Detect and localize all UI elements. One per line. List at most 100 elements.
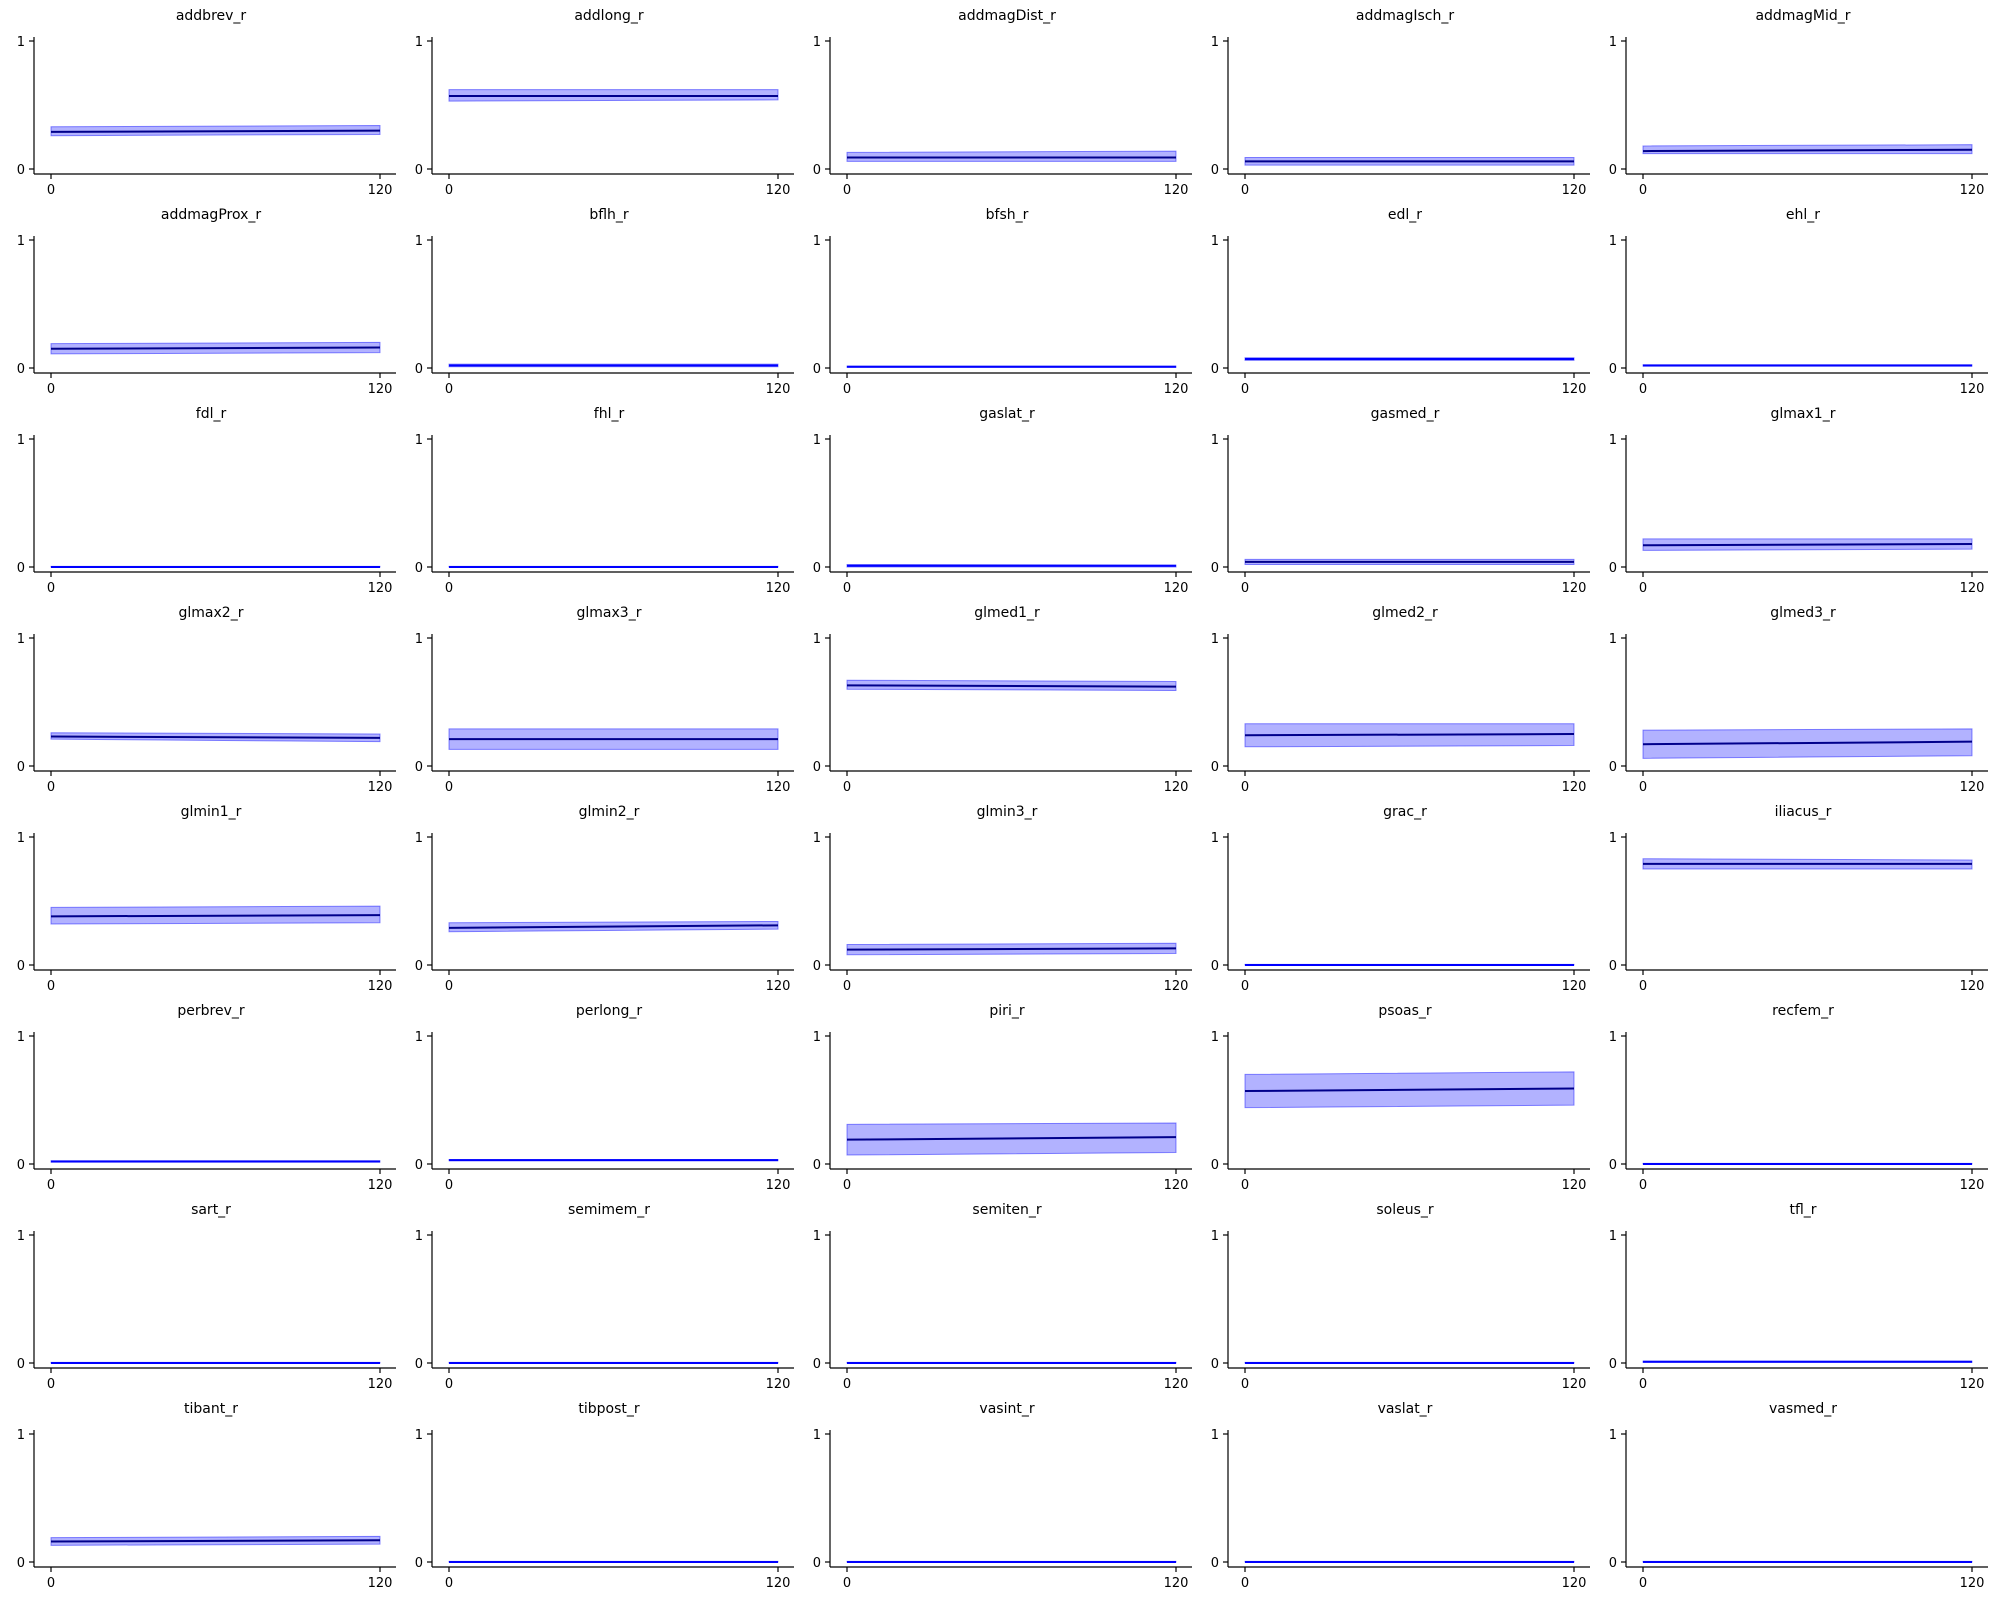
- panel-title: gasmed_r: [1371, 406, 1440, 422]
- x-tick-label: 120: [1164, 1377, 1189, 1392]
- x-tick-label: 0: [843, 1178, 851, 1193]
- panel-title: semimem_r: [568, 1202, 650, 1218]
- y-tick-label: 0: [1609, 1357, 1617, 1372]
- y-tick-label: 1: [813, 1229, 821, 1244]
- x-tick-label: 0: [843, 382, 851, 397]
- panel-piri_r: piri_r 0 1 0 120: [813, 1003, 1192, 1193]
- y-tick-label: 0: [813, 1158, 821, 1173]
- x-tick-label: 120: [1164, 1178, 1189, 1193]
- y-tick-label: 1: [17, 1030, 25, 1045]
- y-tick-label: 0: [415, 163, 423, 178]
- x-tick-label: 120: [766, 183, 791, 198]
- y-tick-label: 1: [1609, 35, 1617, 50]
- mean-line: [50, 914, 381, 918]
- x-tick-label: 120: [1562, 382, 1587, 397]
- y-tick-label: 1: [813, 831, 821, 846]
- x-tick-label: 0: [1241, 1377, 1249, 1392]
- y-tick-label: 0: [813, 362, 821, 377]
- y-tick-label: 1: [17, 1229, 25, 1244]
- panel-title: glmax3_r: [577, 605, 642, 621]
- panel-glmed2_r: glmed2_r 0 1 0 120: [1211, 605, 1590, 795]
- panel-semimem_r: semimem_r 0 1 0 120: [415, 1202, 794, 1392]
- panel-semiten_r: semiten_r 0 1 0 120: [813, 1202, 1192, 1392]
- x-tick-label: 0: [47, 979, 55, 994]
- panel-addmagIsch_r: addmagIsch_r 0 1 0 120: [1211, 8, 1590, 198]
- x-tick-label: 0: [445, 581, 453, 596]
- y-tick-label: 0: [17, 1357, 25, 1372]
- panel-title: soleus_r: [1376, 1202, 1434, 1218]
- panel-edl_r: edl_r 0 1 0 120: [1211, 207, 1590, 397]
- x-tick-label: 120: [368, 1178, 393, 1193]
- panel-tibant_r: tibant_r 0 1 0 120: [17, 1401, 396, 1591]
- panel-title: tibant_r: [184, 1401, 238, 1417]
- y-tick-label: 0: [813, 1357, 821, 1372]
- y-tick-label: 0: [1609, 959, 1617, 974]
- y-tick-label: 0: [1211, 760, 1219, 775]
- panel-title: edl_r: [1388, 207, 1422, 223]
- x-tick-label: 120: [368, 581, 393, 596]
- y-tick-label: 0: [1211, 959, 1219, 974]
- panel-glmin1_r: glmin1_r 0 1 0 120: [17, 804, 396, 994]
- panel-glmed3_r: glmed3_r 0 1 0 120: [1609, 605, 1988, 795]
- y-tick-label: 1: [17, 632, 25, 647]
- x-tick-label: 120: [1562, 1576, 1587, 1591]
- x-tick-label: 0: [445, 1576, 453, 1591]
- y-tick-label: 0: [415, 1158, 423, 1173]
- x-tick-label: 0: [843, 979, 851, 994]
- y-tick-label: 0: [415, 760, 423, 775]
- y-tick-label: 1: [415, 1229, 423, 1244]
- y-tick-label: 0: [813, 561, 821, 576]
- y-tick-label: 1: [813, 35, 821, 50]
- x-tick-label: 120: [766, 1377, 791, 1392]
- y-tick-label: 0: [813, 760, 821, 775]
- x-tick-label: 0: [1639, 581, 1647, 596]
- y-tick-label: 1: [415, 1030, 423, 1045]
- y-tick-label: 1: [17, 831, 25, 846]
- y-tick-label: 0: [17, 1556, 25, 1571]
- panel-title: tibpost_r: [578, 1401, 640, 1417]
- y-tick-label: 1: [415, 632, 423, 647]
- panel-title: semiten_r: [972, 1202, 1041, 1218]
- panel-title: addbrev_r: [176, 8, 247, 24]
- x-tick-label: 0: [445, 183, 453, 198]
- panel-gasmed_r: gasmed_r 0 1 0 120: [1211, 406, 1590, 596]
- y-tick-label: 1: [1609, 1030, 1617, 1045]
- y-tick-label: 1: [1609, 433, 1617, 448]
- panel-tfl_r: tfl_r 0 1 0 120: [1609, 1202, 1988, 1392]
- panel-title: recfem_r: [1772, 1003, 1834, 1019]
- panel-title: addmagProx_r: [161, 207, 262, 223]
- panel-glmax2_r: glmax2_r 0 1 0 120: [17, 605, 396, 795]
- y-tick-label: 1: [17, 433, 25, 448]
- panel-title: perbrev_r: [177, 1003, 244, 1019]
- y-tick-label: 0: [1211, 163, 1219, 178]
- panel-bfsh_r: bfsh_r 0 1 0 120: [813, 207, 1192, 397]
- x-tick-label: 120: [368, 780, 393, 795]
- x-tick-label: 120: [1164, 382, 1189, 397]
- panel-glmax1_r: glmax1_r 0 1 0 120: [1609, 406, 1988, 596]
- panel-addmagMid_r: addmagMid_r 0 1 0 120: [1609, 8, 1988, 198]
- x-tick-label: 0: [1241, 183, 1249, 198]
- x-tick-label: 120: [766, 979, 791, 994]
- panel-title: glmin1_r: [181, 804, 242, 820]
- y-tick-label: 0: [1609, 760, 1617, 775]
- x-tick-label: 0: [1241, 382, 1249, 397]
- x-tick-label: 0: [1639, 780, 1647, 795]
- y-tick-label: 1: [1211, 1229, 1219, 1244]
- x-tick-label: 120: [1562, 183, 1587, 198]
- x-tick-label: 120: [368, 382, 393, 397]
- x-tick-label: 0: [843, 1576, 851, 1591]
- y-tick-label: 1: [415, 433, 423, 448]
- x-tick-label: 120: [368, 1377, 393, 1392]
- y-tick-label: 1: [813, 234, 821, 249]
- y-tick-label: 0: [1609, 362, 1617, 377]
- x-tick-label: 0: [47, 581, 55, 596]
- panel-sart_r: sart_r 0 1 0 120: [17, 1202, 396, 1392]
- panel-perlong_r: perlong_r 0 1 0 120: [415, 1003, 794, 1193]
- x-tick-label: 0: [843, 183, 851, 198]
- y-tick-label: 0: [415, 561, 423, 576]
- panel-title: vasint_r: [979, 1401, 1034, 1417]
- panel-title: sart_r: [191, 1202, 231, 1218]
- y-tick-label: 0: [415, 1357, 423, 1372]
- panel-title: glmax2_r: [179, 605, 244, 621]
- y-tick-label: 0: [1609, 1158, 1617, 1173]
